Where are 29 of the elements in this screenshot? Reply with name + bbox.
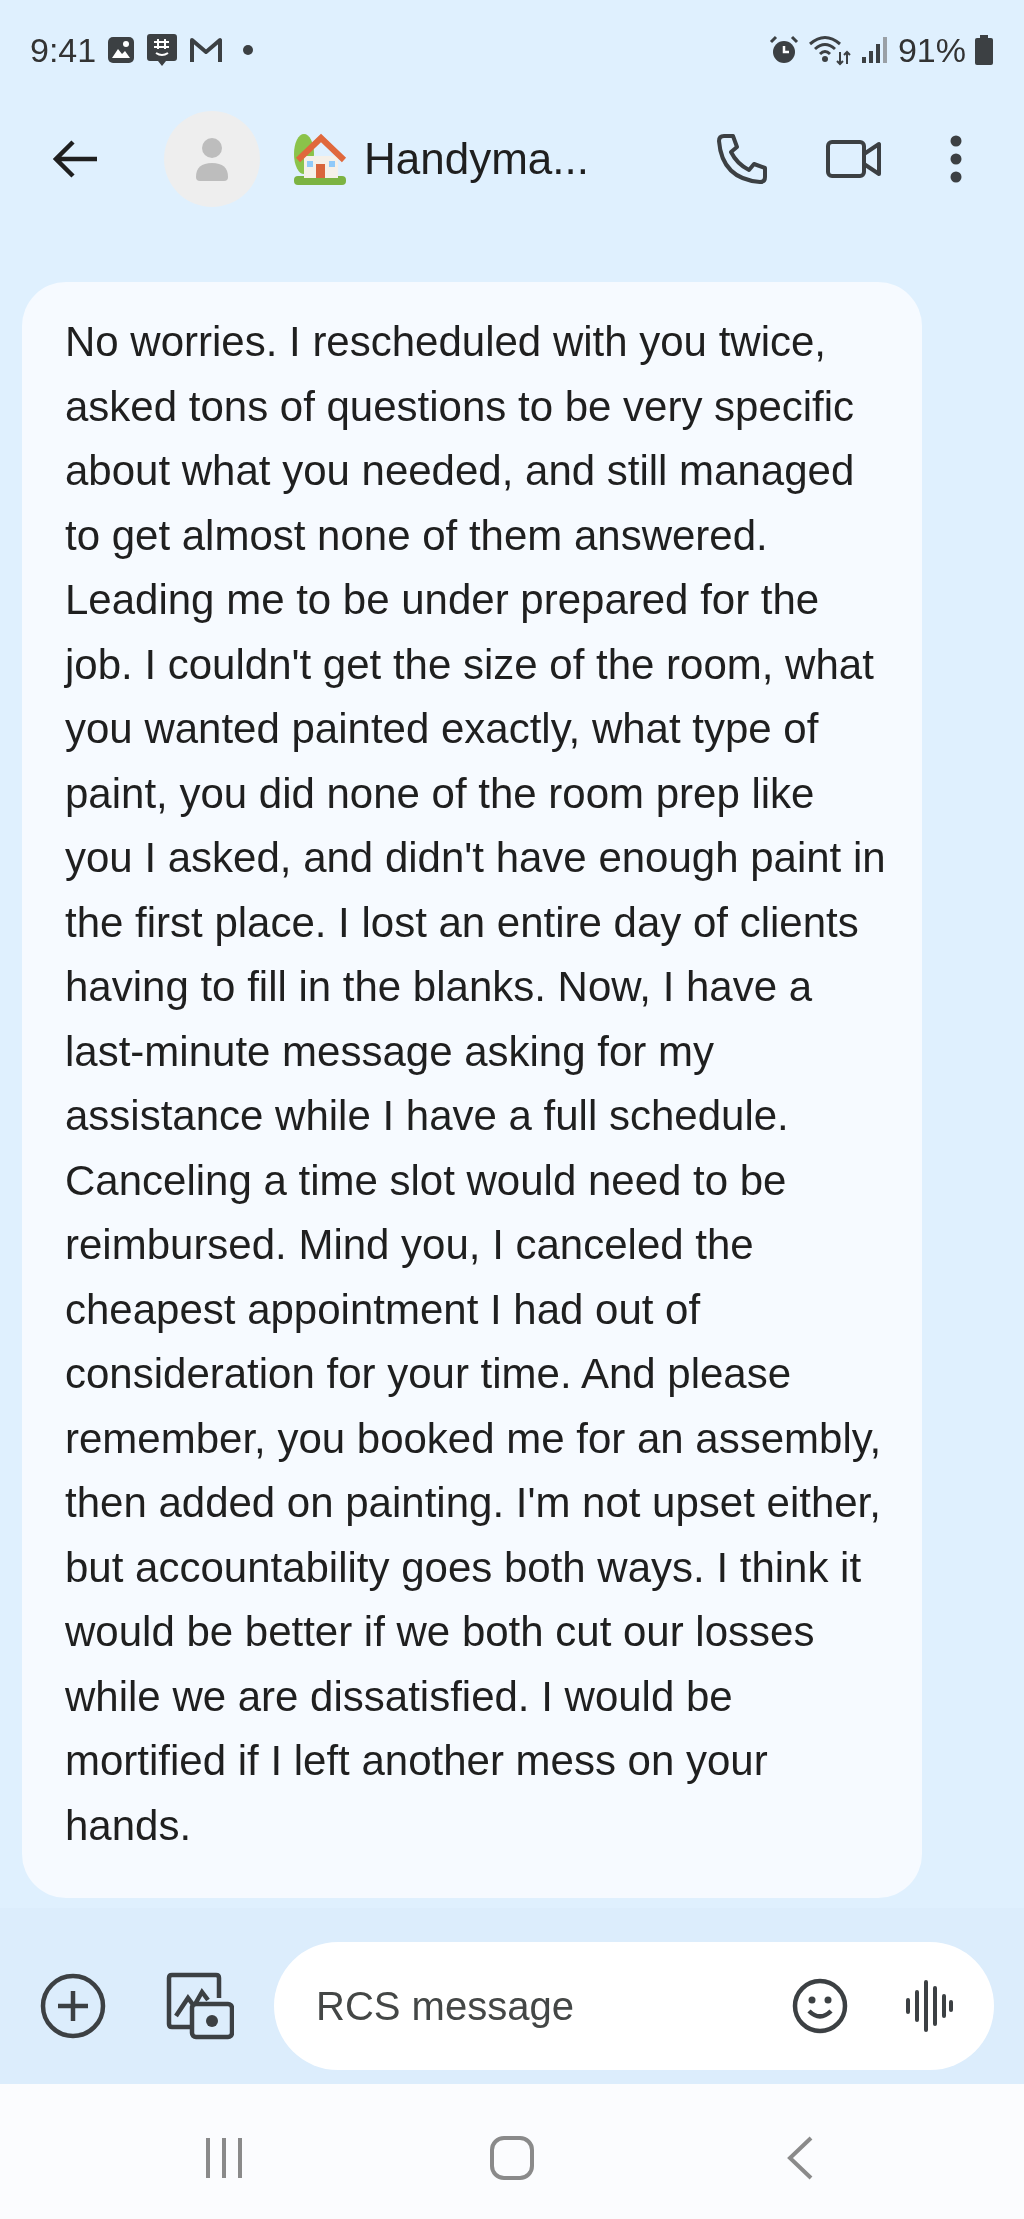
add-button[interactable] [40, 1972, 106, 2040]
signal-icon [859, 35, 890, 65]
person-silhouette-icon [195, 137, 229, 181]
smiley-icon [792, 1978, 848, 2034]
contact-name[interactable]: Handyma... [364, 126, 589, 192]
gallery-icon [106, 35, 137, 65]
phone-icon [716, 133, 768, 185]
status-time: 9:41 [30, 29, 97, 71]
house-emoji-icon [292, 132, 348, 186]
battery-icon [974, 34, 994, 66]
message-input[interactable]: RCS message [316, 1976, 790, 2036]
alarm-icon [767, 34, 800, 66]
chat-icon [146, 32, 179, 68]
battery-percent: 91% [897, 29, 966, 71]
emoji-button[interactable] [790, 1976, 850, 2036]
video-camera-icon [826, 139, 882, 179]
more-vertical-icon [949, 135, 963, 183]
back-arrow-icon [53, 139, 99, 179]
home-icon [489, 2134, 535, 2181]
sound-wave-icon [905, 1978, 953, 2034]
gallery-camera-icon [166, 1972, 234, 2040]
mail-icon [188, 36, 225, 64]
plus-circle-icon [40, 1973, 106, 2039]
wifi-icon [807, 34, 852, 66]
gallery-camera-button[interactable] [166, 1972, 234, 2040]
dot-icon [242, 44, 255, 56]
message-field[interactable]: RCS message [274, 1942, 994, 2070]
chevron-left-icon [786, 2134, 814, 2181]
message-text: No worries. I rescheduled with you twice, asked tons of questions to be very specific about what you needed, and still managed to get almost none of them answered. Leading me to be under prepared for the job. I couldn't get the size of the room, what you wanted painted exactly, what type of paint, you did none of the room prep like you I asked, and didn't have enough paint in the first place. I lost an entire day of clients having to fill in the blanks. Now, I have a last-minute message asking for my assistance while I have a full schedule. Canceling a time slot would need to be reimbursed. Mind you, I canceled the cheapest appointment I had out of consideration for your time. And please remember, you booked me for an assembly, then added on painting. I'm not upset either, but accountability goes both ways. I think it would be better if we both cut our losses while we are dissatisfied. I would be mortified if I left another mess on your hands. [65, 317, 887, 1851]
